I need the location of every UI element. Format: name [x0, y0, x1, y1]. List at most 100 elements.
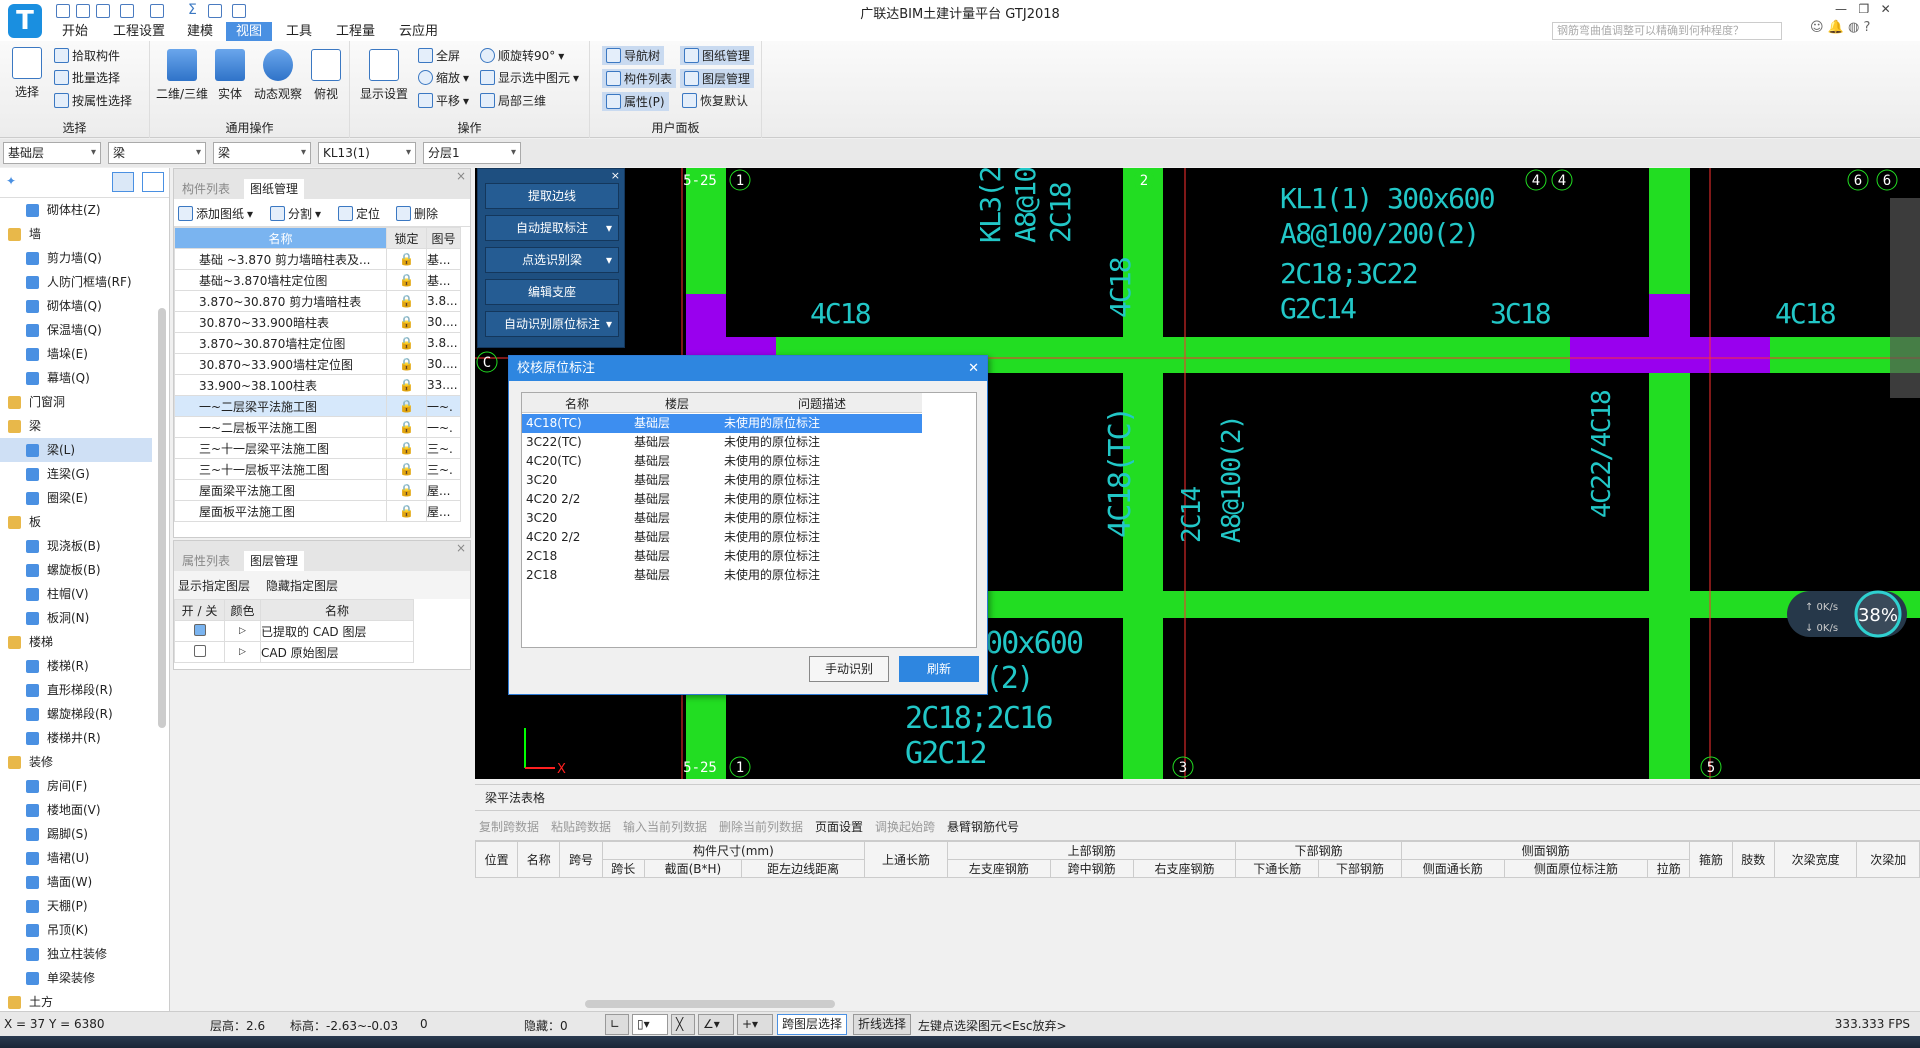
user-icons[interactable]: ☺ 🔔 ◍ ? — [1810, 20, 1870, 35]
tab-component-list[interactable]: 构件列表 — [176, 179, 236, 199]
tab-properties[interactable]: 属性列表 — [176, 551, 236, 571]
column-header[interactable]: 位置 — [474, 841, 519, 878]
beam-action[interactable]: 输入当前列数据 — [623, 818, 707, 835]
table-row[interactable]: 3.870~30.870 剪力墙暗柱表 🔒 3.8... — [174, 290, 461, 312]
nav-item[interactable]: 连梁(G) — [0, 462, 152, 486]
nav-item[interactable]: 直形梯段(R) — [0, 678, 152, 702]
nav-item[interactable]: 现浇板(B) — [0, 534, 152, 558]
nav-group[interactable]: 土方 — [0, 990, 152, 1011]
solid-button[interactable]: 实体 — [212, 49, 248, 102]
nav-item[interactable]: 吊顶(K) — [0, 918, 152, 942]
list-item[interactable]: 3C22(TC) 基础层 未使用的原位标注 — [522, 433, 922, 452]
column-header[interactable]: 跨号 — [559, 841, 603, 878]
close-icon[interactable]: × — [456, 541, 466, 555]
nav-item[interactable]: 圈梁(E) — [0, 486, 152, 510]
expand-icon[interactable]: ▷ — [224, 620, 261, 642]
table-row[interactable]: 33.900~38.100柱表 🔒 33.... — [174, 374, 461, 396]
nav-item[interactable]: 天棚(P) — [0, 894, 152, 918]
column-header[interactable]: 左支座钢筋 — [946, 859, 1051, 878]
layer-manager-button[interactable]: 图层管理 — [680, 69, 755, 88]
nav-item[interactable]: 砌体墙(Q) — [0, 294, 152, 318]
nav-group[interactable]: 门窗洞 — [0, 390, 152, 414]
lock-icon[interactable]: 🔒 — [386, 479, 427, 501]
column-header[interactable]: 侧面通长筋 — [1400, 859, 1505, 878]
orbit-button[interactable]: 动态观察 — [250, 49, 306, 102]
list-item[interactable]: 4C20(TC) 基础层 未使用的原位标注 — [522, 452, 922, 471]
cross-layer-select-button[interactable]: 跨图层选择 — [777, 1014, 848, 1035]
beam-action[interactable]: 复制跨数据 — [479, 818, 539, 835]
column-header[interactable]: 跨长 — [601, 859, 645, 878]
nav-item[interactable]: 螺旋梯段(R) — [0, 702, 152, 726]
beam-action[interactable]: 页面设置 — [815, 818, 863, 835]
lock-icon[interactable]: 🔒 — [386, 290, 427, 312]
drawing-manager-button[interactable]: 图纸管理 — [680, 46, 755, 65]
table-row[interactable]: 三~十一层梁平法施工图 🔒 三~. — [174, 437, 461, 459]
nav-item[interactable]: 剪力墙(Q) — [0, 246, 152, 270]
display-settings-button[interactable]: 显示设置 — [356, 49, 412, 102]
list-item[interactable]: 4C20 2/2 基础层 未使用的原位标注 — [522, 490, 922, 509]
sparkle-icon[interactable]: ✦ — [6, 174, 16, 188]
restore-default-button[interactable]: 恢复默认 — [682, 92, 748, 109]
layer-checkbox[interactable] — [193, 623, 206, 636]
column-header[interactable]: 构件尺寸(mm) — [601, 841, 866, 860]
lock-icon[interactable]: 🔒 — [386, 311, 427, 333]
insert-point-icon[interactable]: +▾ — [737, 1014, 773, 1035]
close-icon[interactable]: × — [456, 169, 466, 183]
recognition-button[interactable]: 自动提取标注 ▾ — [485, 215, 619, 241]
nav-item[interactable]: 梁(L) — [0, 438, 152, 462]
nav-item[interactable]: 墙垛(E) — [0, 342, 152, 366]
column-header[interactable]: 侧面钢筋 — [1400, 841, 1691, 860]
column-header[interactable]: 下部钢筋 — [1235, 841, 1402, 860]
cross-icon[interactable]: ╳ — [671, 1014, 695, 1035]
column-header[interactable]: 跨中钢筋 — [1049, 859, 1134, 878]
recognition-button[interactable]: 自动识别原位标注 ▾ — [485, 311, 619, 337]
top-view-button[interactable]: 俯视 — [308, 49, 344, 102]
column-header[interactable]: 箍筋 — [1689, 841, 1733, 878]
floor-select[interactable]: 基础层 — [3, 142, 101, 164]
col-issue[interactable]: 问题描述 — [722, 395, 922, 412]
horizontal-scrollbar[interactable] — [585, 1000, 835, 1008]
tab-tools[interactable]: 工具 — [276, 22, 322, 41]
beam-action[interactable]: 调换起始跨 — [875, 818, 935, 835]
lock-icon[interactable]: 🔒 — [386, 416, 427, 438]
column-header[interactable]: 上部钢筋 — [946, 841, 1237, 860]
nav-item[interactable]: 幕墙(Q) — [0, 366, 152, 390]
nav-item[interactable]: 墙裙(U) — [0, 846, 152, 870]
nav-group[interactable]: 墙 — [0, 222, 152, 246]
nav-item[interactable]: 柱帽(V) — [0, 582, 152, 606]
nav-item[interactable]: 螺旋板(B) — [0, 558, 152, 582]
column-header[interactable]: 下部钢筋 — [1318, 859, 1402, 878]
nav-scrollbar[interactable] — [158, 308, 166, 728]
polyline-select-button[interactable]: 折线选择 — [853, 1014, 912, 1035]
nav-tree-button[interactable]: 导航树 — [602, 46, 665, 65]
properties-button[interactable]: 属性(P) — [602, 92, 669, 111]
column-header[interactable]: 肢数 — [1731, 841, 1775, 878]
tab-layer-manager[interactable]: 图层管理 — [244, 551, 305, 571]
help-search-input[interactable]: 钢筋弯曲值调整可以精确到何种程度？ — [1552, 22, 1782, 40]
tab-project-settings[interactable]: 工程设置 — [103, 22, 175, 41]
show-selected-button[interactable]: 显示选中图元 ▾ — [480, 69, 579, 86]
pan-button[interactable]: 平移 ▾ — [418, 92, 469, 109]
list-item[interactable]: 3C20 基础层 未使用的原位标注 — [522, 509, 922, 528]
tab-modeling[interactable]: 建模 — [177, 22, 223, 41]
manual-recognize-button[interactable]: 手动识别 — [809, 656, 889, 682]
lock-icon[interactable]: 🔒 — [386, 458, 427, 480]
table-row[interactable]: 三~十一层板平法施工图 🔒 三~. — [174, 458, 461, 480]
nav-item[interactable]: 楼梯(R) — [0, 654, 152, 678]
layer-select[interactable]: 分层1 — [423, 142, 521, 164]
list-item[interactable]: 4C20 2/2 基础层 未使用的原位标注 — [522, 528, 922, 547]
column-header[interactable]: 侧面原位标注筋 — [1503, 859, 1649, 878]
nav-item[interactable]: 房间(F) — [0, 774, 152, 798]
split-button[interactable]: 分割 ▾ — [270, 205, 321, 222]
nav-item[interactable]: 板洞(N) — [0, 606, 152, 630]
nav-group[interactable]: 板 — [0, 510, 152, 534]
batch-select-button[interactable]: 批量选择 — [54, 69, 120, 86]
local-3d-button[interactable]: 局部三维 — [480, 92, 546, 109]
component-select[interactable]: KL13(1) — [318, 142, 416, 164]
table-row[interactable]: 3.870~30.870墙柱定位图 🔒 3.8... — [174, 332, 461, 354]
list-item[interactable]: 3C20 基础层 未使用的原位标注 — [522, 471, 922, 490]
window-controls[interactable]: — ❐ ✕ — [1835, 2, 1891, 16]
refresh-button[interactable]: 刷新 — [899, 656, 979, 682]
nav-group[interactable]: 装修 — [0, 750, 152, 774]
layer-row[interactable]: ▷ 已提取的 CAD 图层 — [174, 620, 414, 642]
